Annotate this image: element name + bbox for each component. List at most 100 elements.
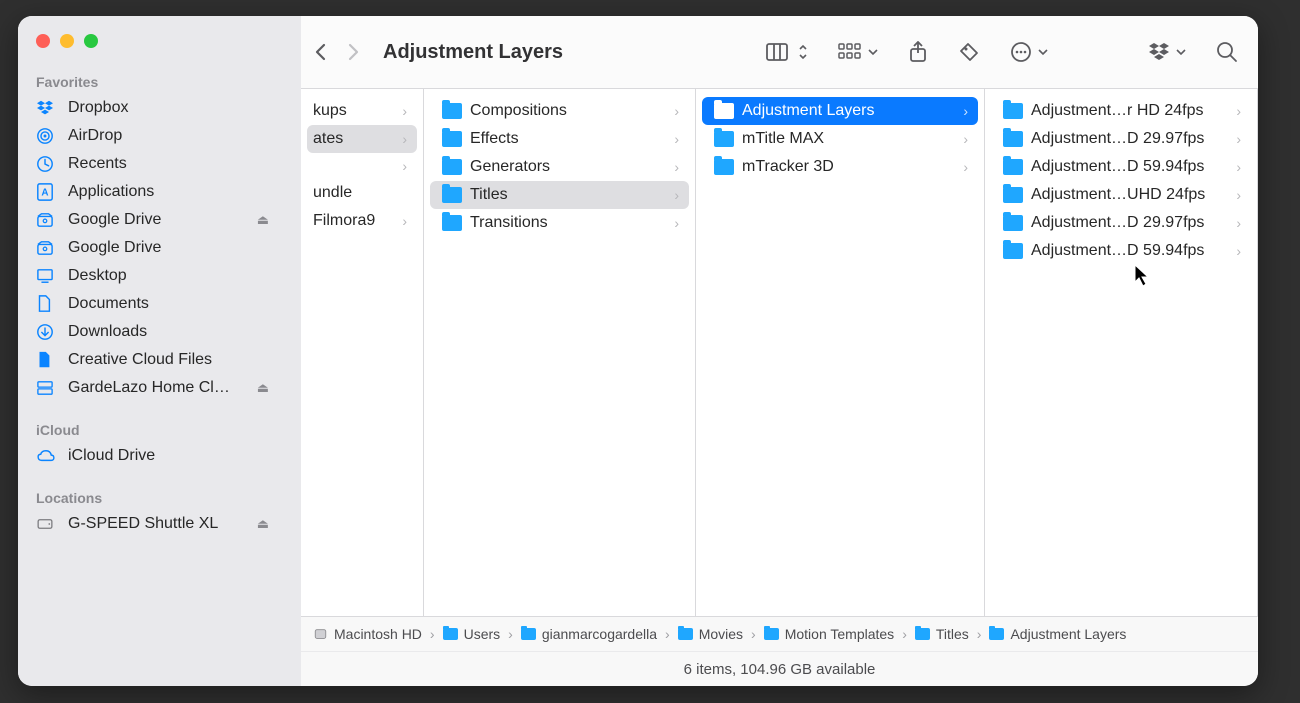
folder-entry[interactable]: Adjustment Layers› (702, 97, 978, 125)
column-3[interactable]: Adjustment…r HD 24fps›Adjustment…D 29.97… (985, 89, 1258, 616)
entry-label: Compositions (470, 102, 567, 120)
folder-icon (442, 215, 462, 231)
eject-icon[interactable]: ⏏ (257, 380, 283, 396)
section-locations: Locations (18, 484, 301, 510)
folder-entry[interactable]: undle (307, 179, 417, 207)
chevron-right-icon: › (402, 103, 407, 119)
group-button[interactable] (838, 43, 878, 61)
chevron-right-icon: › (665, 626, 670, 642)
folder-icon (989, 628, 1004, 640)
view-mode-button[interactable] (766, 42, 808, 62)
forward-button[interactable] (343, 42, 375, 62)
sidebar-item[interactable]: iCloud Drive (18, 442, 301, 470)
search-button[interactable] (1216, 41, 1238, 63)
folder-icon (714, 103, 734, 119)
path-segment[interactable]: Motion Templates (764, 626, 894, 642)
folder-entry[interactable]: Effects› (430, 125, 689, 153)
sidebar-item[interactable]: Dropbox (18, 94, 301, 122)
path-segment[interactable]: gianmarcogardella (521, 626, 657, 642)
tags-button[interactable] (958, 41, 980, 63)
actions-button[interactable] (1010, 41, 1048, 63)
path-segment[interactable]: Adjustment Layers (989, 626, 1126, 642)
folder-entry[interactable]: Adjustment…D 29.97fps› (991, 209, 1251, 237)
chevron-right-icon: › (674, 131, 679, 147)
sidebar-item-label: Desktop (68, 267, 127, 285)
sidebar-item-label: Google Drive (68, 239, 161, 257)
folder-icon (714, 159, 734, 175)
main-area: Adjustment Layers (301, 16, 1258, 686)
folder-entry[interactable]: Adjustment…D 29.97fps› (991, 125, 1251, 153)
path-segment[interactable]: Titles (915, 626, 969, 642)
fullscreen-button[interactable] (84, 34, 98, 48)
chevron-right-icon: › (1236, 103, 1241, 119)
folder-entry[interactable]: Filmora9› (307, 207, 417, 235)
gdrive-icon (36, 240, 58, 256)
folder-entry[interactable]: Adjustment…D 59.94fps› (991, 237, 1251, 265)
dropbox-button[interactable] (1148, 42, 1186, 62)
path-label: Motion Templates (785, 626, 894, 642)
path-label: Titles (936, 626, 969, 642)
sidebar-item[interactable]: Google Drive (18, 234, 301, 262)
folder-icon (1003, 215, 1023, 231)
sidebar-item[interactable]: AApplications (18, 178, 301, 206)
folder-icon (714, 131, 734, 147)
sidebar-item[interactable]: G-SPEED Shuttle XL⏏ (18, 510, 301, 538)
sidebar-item-label: Creative Cloud Files (68, 351, 212, 369)
folder-entry[interactable]: mTitle MAX› (702, 125, 978, 153)
chevron-right-icon: › (963, 159, 968, 175)
cursor-icon (1134, 264, 1152, 288)
sidebar: Favorites DropboxAirDropRecentsAApplicat… (18, 16, 301, 686)
column-0[interactable]: kups›ates››undleFilmora9› (301, 89, 424, 616)
folder-entry[interactable]: Generators› (430, 153, 689, 181)
chevron-right-icon: › (508, 626, 513, 642)
column-1[interactable]: Compositions›Effects›Generators›Titles›T… (424, 89, 696, 616)
sidebar-item[interactable]: Google Drive⏏ (18, 206, 301, 234)
path-segment[interactable]: Users (443, 626, 501, 642)
apps-icon: A (36, 183, 58, 201)
folder-entry[interactable]: Adjustment…D 59.94fps› (991, 153, 1251, 181)
folder-entry[interactable]: Adjustment…UHD 24fps› (991, 181, 1251, 209)
column-2[interactable]: Adjustment Layers›mTitle MAX›mTracker 3D… (696, 89, 985, 616)
airdrop-icon (36, 127, 58, 145)
sidebar-item[interactable]: AirDrop (18, 122, 301, 150)
back-button[interactable] (311, 42, 343, 62)
sidebar-item[interactable]: Desktop (18, 262, 301, 290)
sidebar-item[interactable]: Creative Cloud Files (18, 346, 301, 374)
chevron-right-icon: › (430, 626, 435, 642)
folder-entry[interactable]: › (307, 153, 417, 179)
folder-entry[interactable]: ates› (307, 125, 417, 153)
chevron-right-icon: › (963, 103, 968, 119)
disk-icon (313, 627, 328, 641)
share-button[interactable] (908, 41, 928, 63)
entry-label: kups (313, 102, 347, 120)
chevron-right-icon: › (1236, 187, 1241, 203)
sidebar-item-label: iCloud Drive (68, 447, 155, 465)
folder-entry[interactable]: Transitions› (430, 209, 689, 237)
folder-entry[interactable]: Compositions› (430, 97, 689, 125)
page-title: Adjustment Layers (383, 41, 563, 64)
sidebar-item[interactable]: Downloads (18, 318, 301, 346)
eject-icon[interactable]: ⏏ (257, 516, 283, 532)
path-bar[interactable]: Macintosh HD › Users › gianmarcogardella › Mov… (301, 616, 1258, 651)
folder-entry[interactable]: Adjustment…r HD 24fps› (991, 97, 1251, 125)
entry-label: Filmora9 (313, 212, 375, 230)
eject-icon[interactable]: ⏏ (257, 212, 283, 228)
folder-entry[interactable]: Titles› (430, 181, 689, 209)
path-segment[interactable]: Macintosh HD (313, 626, 422, 642)
folder-entry[interactable]: kups › (307, 97, 417, 125)
chevron-right-icon: › (902, 626, 907, 642)
sidebar-item[interactable]: Recents (18, 150, 301, 178)
ccf-icon (36, 351, 58, 369)
chevron-right-icon: › (674, 215, 679, 231)
entry-label: Adjustment…D 59.94fps (1031, 242, 1204, 260)
sidebar-item[interactable]: GardeLazo Home Cl…⏏ (18, 374, 301, 402)
sidebar-item[interactable]: Documents (18, 290, 301, 318)
minimize-button[interactable] (60, 34, 74, 48)
status-bar: 6 items, 104.96 GB available (301, 651, 1258, 686)
folder-entry[interactable]: mTracker 3D› (702, 153, 978, 181)
entry-label: Generators (470, 158, 550, 176)
chevron-right-icon: › (1236, 131, 1241, 147)
svg-text:A: A (41, 188, 48, 199)
close-button[interactable] (36, 34, 50, 48)
path-segment[interactable]: Movies (678, 626, 743, 642)
